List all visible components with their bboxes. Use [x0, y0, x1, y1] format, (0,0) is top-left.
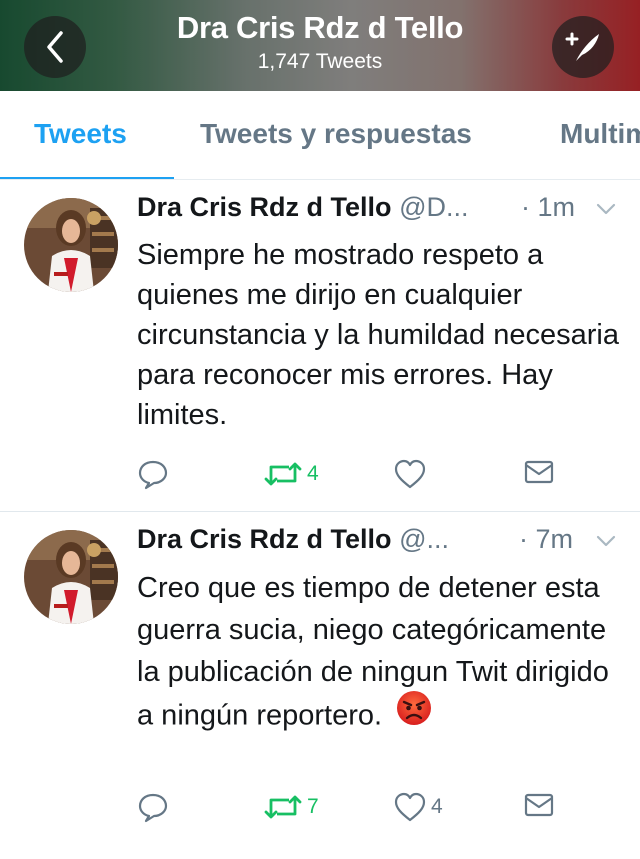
envelope-icon	[524, 460, 554, 484]
tweet-header: Dra Cris Rdz d Tello @D...	[137, 192, 468, 223]
tweet-actions: 7 4	[137, 791, 617, 831]
retweet-button[interactable]: 7	[263, 791, 319, 823]
tweet-text: Siempre he mostrado respeto a quienes me…	[137, 239, 619, 431]
profile-header: Dra Cris Rdz d Tello 1,747 Tweets	[0, 0, 640, 91]
heart-icon	[394, 792, 426, 822]
compose-feather-icon	[565, 32, 599, 61]
tab-media[interactable]: Multim	[560, 118, 640, 150]
envelope-icon	[524, 793, 554, 817]
compose-tweet-button[interactable]	[552, 16, 614, 78]
author-name[interactable]: Dra Cris Rdz d Tello	[137, 524, 392, 554]
retweet-button[interactable]: 4	[263, 458, 319, 490]
author-handle[interactable]: @D...	[399, 192, 468, 222]
tweet-actions: 4	[137, 458, 617, 498]
tab-tweets-and-replies[interactable]: Tweets y respuestas	[200, 118, 472, 150]
direct-message-button[interactable]	[523, 458, 555, 486]
retweet-icon	[264, 795, 302, 819]
tweet-text: Creo que es tiempo de detener esta guerr…	[137, 567, 627, 741]
tab-tweets[interactable]: Tweets	[34, 118, 127, 150]
direct-message-button[interactable]	[523, 791, 555, 819]
tweet-item[interactable]: Dra Cris Rdz d Tello @... · 7m Creo que …	[0, 512, 640, 856]
reply-button[interactable]	[137, 791, 173, 823]
like-button[interactable]	[393, 458, 431, 490]
author-handle[interactable]: @...	[399, 524, 449, 554]
avatar[interactable]	[24, 198, 118, 292]
retweet-icon	[264, 462, 302, 486]
like-count: 4	[431, 795, 443, 818]
reply-icon	[138, 793, 168, 823]
author-name[interactable]: Dra Cris Rdz d Tello	[137, 192, 392, 222]
tweet-item[interactable]: Dra Cris Rdz d Tello @D... · 1m Siempre …	[0, 180, 640, 512]
retweet-count: 4	[307, 462, 319, 485]
tweet-count: 1,747 Tweets	[257, 50, 383, 73]
avatar[interactable]	[24, 530, 118, 624]
like-button[interactable]: 4	[393, 791, 443, 823]
retweet-count: 7	[307, 795, 319, 818]
chevron-down-icon[interactable]	[596, 534, 616, 548]
heart-icon	[394, 459, 426, 489]
reply-icon	[138, 460, 168, 490]
tweet-header: Dra Cris Rdz d Tello @...	[137, 524, 449, 555]
profile-tabs: Tweets Tweets y respuestas Multim	[0, 91, 640, 180]
chevron-down-icon[interactable]	[596, 202, 616, 216]
reply-button[interactable]	[137, 458, 173, 490]
angry-face-emoji: 😡	[396, 690, 432, 738]
tweet-timestamp: · 1m	[521, 192, 575, 222]
profile-name-title: Dra Cris Rdz d Tello	[176, 10, 464, 45]
tweet-timestamp: · 7m	[519, 524, 573, 554]
